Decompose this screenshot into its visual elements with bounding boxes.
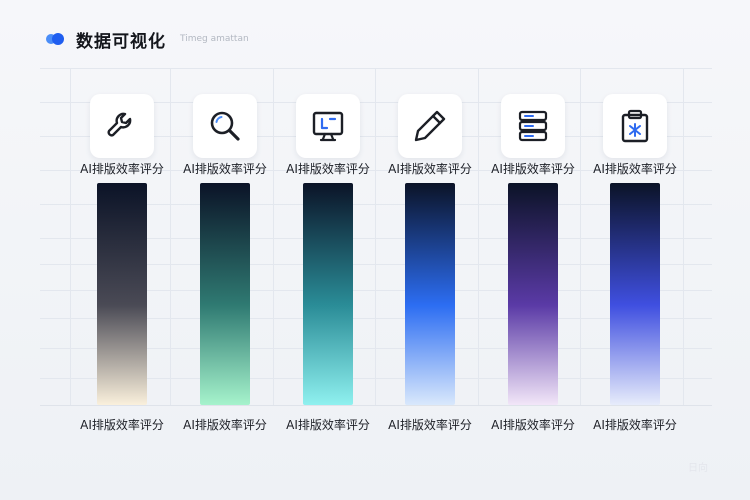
category-label-top: AI排版效率评分 xyxy=(80,162,164,176)
category-label-top: AI排版效率评分 xyxy=(491,162,575,176)
monitor-icon xyxy=(296,94,360,158)
bar xyxy=(405,183,455,405)
pencil-icon xyxy=(398,94,462,158)
chart-subtitle: Timeg amattan xyxy=(180,34,249,44)
category-label-top: AI排版效率评分 xyxy=(593,162,677,176)
category-label-bottom: AI排版效率评分 xyxy=(80,418,164,432)
category-label-bottom: AI排版效率评分 xyxy=(286,418,370,432)
bar xyxy=(508,183,558,405)
chart-header: 数据可视化 Timeg amattan xyxy=(44,26,249,52)
category-label-bottom: AI排版效率评分 xyxy=(593,418,677,432)
clipboard-icon xyxy=(603,94,667,158)
wrench-icon xyxy=(90,94,154,158)
category-label-bottom: AI排版效率评分 xyxy=(491,418,575,432)
logo-icon xyxy=(44,31,70,47)
watermark: 日向 xyxy=(688,463,708,474)
category-label-bottom: AI排版效率评分 xyxy=(388,418,472,432)
x-axis-baseline xyxy=(40,405,712,406)
search-icon xyxy=(193,94,257,158)
bar xyxy=(610,183,660,405)
category-label-top: AI排版效率评分 xyxy=(388,162,472,176)
chart-title: 数据可视化 xyxy=(76,31,166,52)
bar xyxy=(303,183,353,405)
bar xyxy=(200,183,250,405)
category-label-top: AI排版效率评分 xyxy=(286,162,370,176)
server-icon xyxy=(501,94,565,158)
category-label-top: AI排版效率评分 xyxy=(183,162,267,176)
category-label-bottom: AI排版效率评分 xyxy=(183,418,267,432)
bar xyxy=(97,183,147,405)
